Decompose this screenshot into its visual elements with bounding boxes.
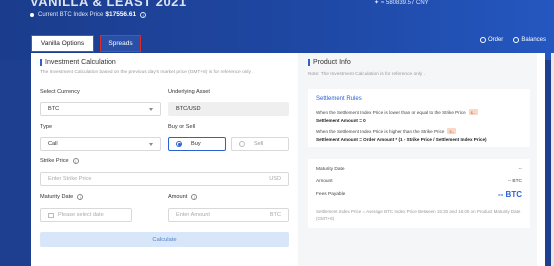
product-tabs: Vanilla Options Spreads [31,35,141,52]
strike-price-input[interactable]: Enter Strike Price USD [40,172,289,186]
buy-option[interactable]: Buy [168,137,226,151]
type-select[interactable]: Call [40,137,161,151]
chevron-down-icon [149,107,153,111]
hero-banner: VANILLA & LEAST 2021 ✦ ≈ 580839.57 CNY Cu… [0,0,554,60]
sell-option[interactable]: Sell [231,137,289,151]
product-info-title: Product Info [308,59,351,66]
info-icon[interactable]: i [140,11,147,18]
amount-input[interactable]: Enter Amount BTC [168,208,289,222]
tab-vanilla-options[interactable]: Vanilla Options [31,35,94,52]
buysell-label: Buy or Sell [168,124,196,130]
calculate-button[interactable]: Calculate [40,232,289,247]
product-info-section: Product Info Note: The Investment Calcul… [298,53,537,266]
rule1-text: When the Settlement Index Price is lower… [316,109,478,115]
rule2-text: When the Settlement Index Price is highe… [316,128,457,134]
info-icon[interactable]: i [72,158,79,164]
balances-icon [513,37,520,43]
tab-spreads[interactable]: Spreads [100,35,141,52]
radio-checked-icon [176,141,182,147]
info-icon[interactable]: i [191,194,198,200]
rule1-result: Settlement Amount = 0 [316,118,366,123]
maturity-date-picker[interactable]: Please select date [40,208,132,222]
info-icon[interactable]: i [77,194,84,200]
summary-card: Maturity Date -- Amount -- BTC Fees Payabl… [308,159,530,228]
settlement-footnote: Settlement Index Price = Average BTC Ind… [316,209,521,221]
amount-label: Amount i [168,194,198,200]
radio-icon [239,141,245,147]
order-icon [479,37,486,43]
amount-row: Amount -- BTC [316,179,522,184]
section-subtitle: The Investment Calculation based on the … [40,70,254,75]
top-links: Order Balances [479,37,546,43]
dot-icon [30,12,34,17]
strike-label: Strike Price i [40,158,79,164]
asset-field: BTC/USD [168,102,289,116]
index-price: $17556.61 [105,11,137,18]
settlement-rules-title: Settlement Rules [316,96,362,102]
chevron-down-icon [149,142,153,146]
order-link[interactable]: Order [479,37,503,43]
product-info-note: Note: The Investment Calculation is for … [308,72,425,77]
fees-row: Fees Payable -- BTC [316,190,522,199]
currency-select[interactable]: BTC [40,102,161,116]
rule2-result: Settlement Amount = Order Amount * (1 - … [316,137,487,142]
main-panel: Investment Calculation The Investment Ca… [31,53,545,266]
star-icon: ✦ [374,0,380,6]
maturity-row: Maturity Date -- [316,167,522,172]
index-price-line: Current BTC Index Price $17556.61 i [30,11,147,18]
price-tag: $-- [447,128,457,134]
asset-label: Underlying Asset [168,89,210,95]
calendar-icon [48,212,54,218]
balances-link[interactable]: Balances [513,37,546,43]
cny-value: ✦ ≈ 580839.57 CNY [374,0,429,6]
currency-label: Select Currency [40,89,80,95]
type-label: Type [40,124,53,130]
hero-title: VANILLA & LEAST 2021 [30,0,187,9]
maturity-label: Maturity Date i [40,194,84,200]
settlement-rules-card: Settlement Rules When the Settlement Ind… [308,89,530,147]
price-tag: $-- [468,109,478,115]
section-title: Investment Calculation [40,59,289,66]
investment-calculation-section: Investment Calculation The Investment Ca… [40,59,289,75]
index-label: Current BTC Index Price [38,11,104,18]
